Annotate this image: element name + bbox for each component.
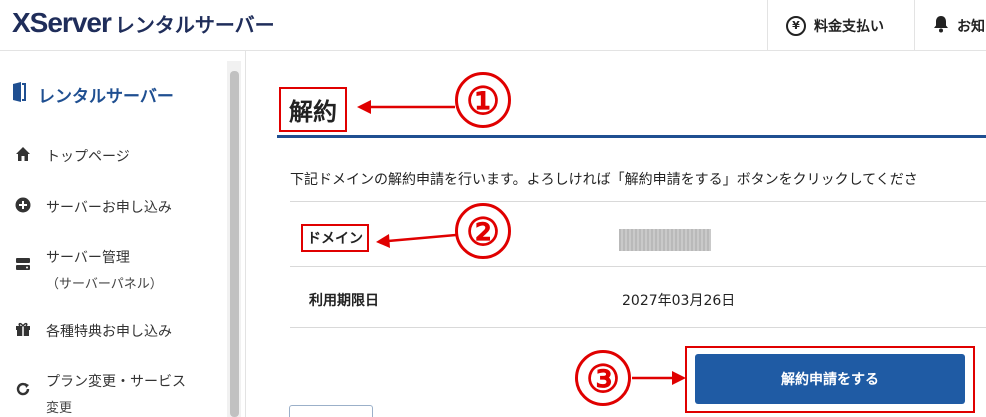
xserver-logo[interactable]: XServer レンタルサーバー [12,7,275,39]
notice-button[interactable]: お知 [914,0,986,51]
annotation-arrow-2 [376,233,456,248]
refresh-icon [14,381,32,397]
book-icon [12,81,26,108]
sidebar-title[interactable]: レンタルサーバー [12,81,174,108]
sidebar: レンタルサーバー トップページ サーバーお申し込み サーバー管理 （サーバーパネ… [0,51,246,417]
expire-value: 2027年03月26日 [622,293,736,309]
row-divider [290,201,986,202]
annotation-arrow-3 [632,371,686,385]
payment-label: 料金支払い [814,18,884,35]
back-button[interactable] [289,405,373,417]
payment-button[interactable]: ¥ 料金支払い [767,0,914,51]
sidebar-item-label: サーバーお申し込み [46,200,172,216]
yen-icon: ¥ [786,15,806,36]
server-icon [14,257,32,271]
sidebar-item-server-manage[interactable]: サーバー管理 （サーバーパネル） [14,247,163,292]
sidebar-item-label: トップページ [46,149,130,165]
sidebar-title-label: レンタルサーバー [38,87,174,107]
sidebar-item-sublabel: （サーバーパネル） [46,277,163,292]
row-divider [290,327,986,328]
plus-circle-icon [14,197,32,213]
sidebar-item-label: サーバー管理 [46,250,130,266]
logo-brand: XServer [12,7,112,38]
notice-label: お知 [957,18,985,35]
top-header: XServer レンタルサーバー ¥ 料金支払い お知 [0,0,986,51]
domain-label: ドメイン [307,231,363,247]
annotation-arrow-1 [357,100,455,114]
sidebar-item-plan-change[interactable]: プラン変更・サービス 変更 [14,371,186,416]
annotation-number-3: ③ [575,350,631,406]
sidebar-scrollbar-thumb[interactable] [230,71,239,417]
page-title: 解約 [289,98,337,126]
title-divider [277,135,986,138]
annotation-number-1: ① [455,72,511,128]
sidebar-item-label: 各種特典お申し込み [46,324,172,340]
sidebar-item-text: サーバー管理 （サーバーパネル） [46,247,163,292]
cancel-request-button[interactable]: 解約申請をする [695,354,965,404]
sidebar-item-sublabel: 変更 [46,401,73,416]
sidebar-item-text: プラン変更・サービス 変更 [46,371,186,416]
home-icon [14,146,32,162]
cancel-description: 下記ドメインの解約申請を行います。よろしければ「解約申請をする」ボタンをクリック… [290,172,918,188]
sidebar-item-benefits[interactable]: 各種特典お申し込み [14,321,172,341]
annotation-number-2: ② [455,203,511,259]
logo-product: レンタルサーバー [114,13,275,37]
sidebar-item-label: プラン変更・サービス [46,374,186,390]
title-highlight-box: 解約 [279,87,347,132]
bell-icon [933,15,949,37]
domain-highlight-box: ドメイン [301,224,369,252]
row-divider [290,266,986,267]
domain-value-masked [619,229,711,251]
gift-icon [14,321,32,337]
expire-label: 利用期限日 [309,293,379,309]
sidebar-item-top[interactable]: トップページ [14,146,130,166]
sidebar-item-server-apply[interactable]: サーバーお申し込み [14,197,172,217]
